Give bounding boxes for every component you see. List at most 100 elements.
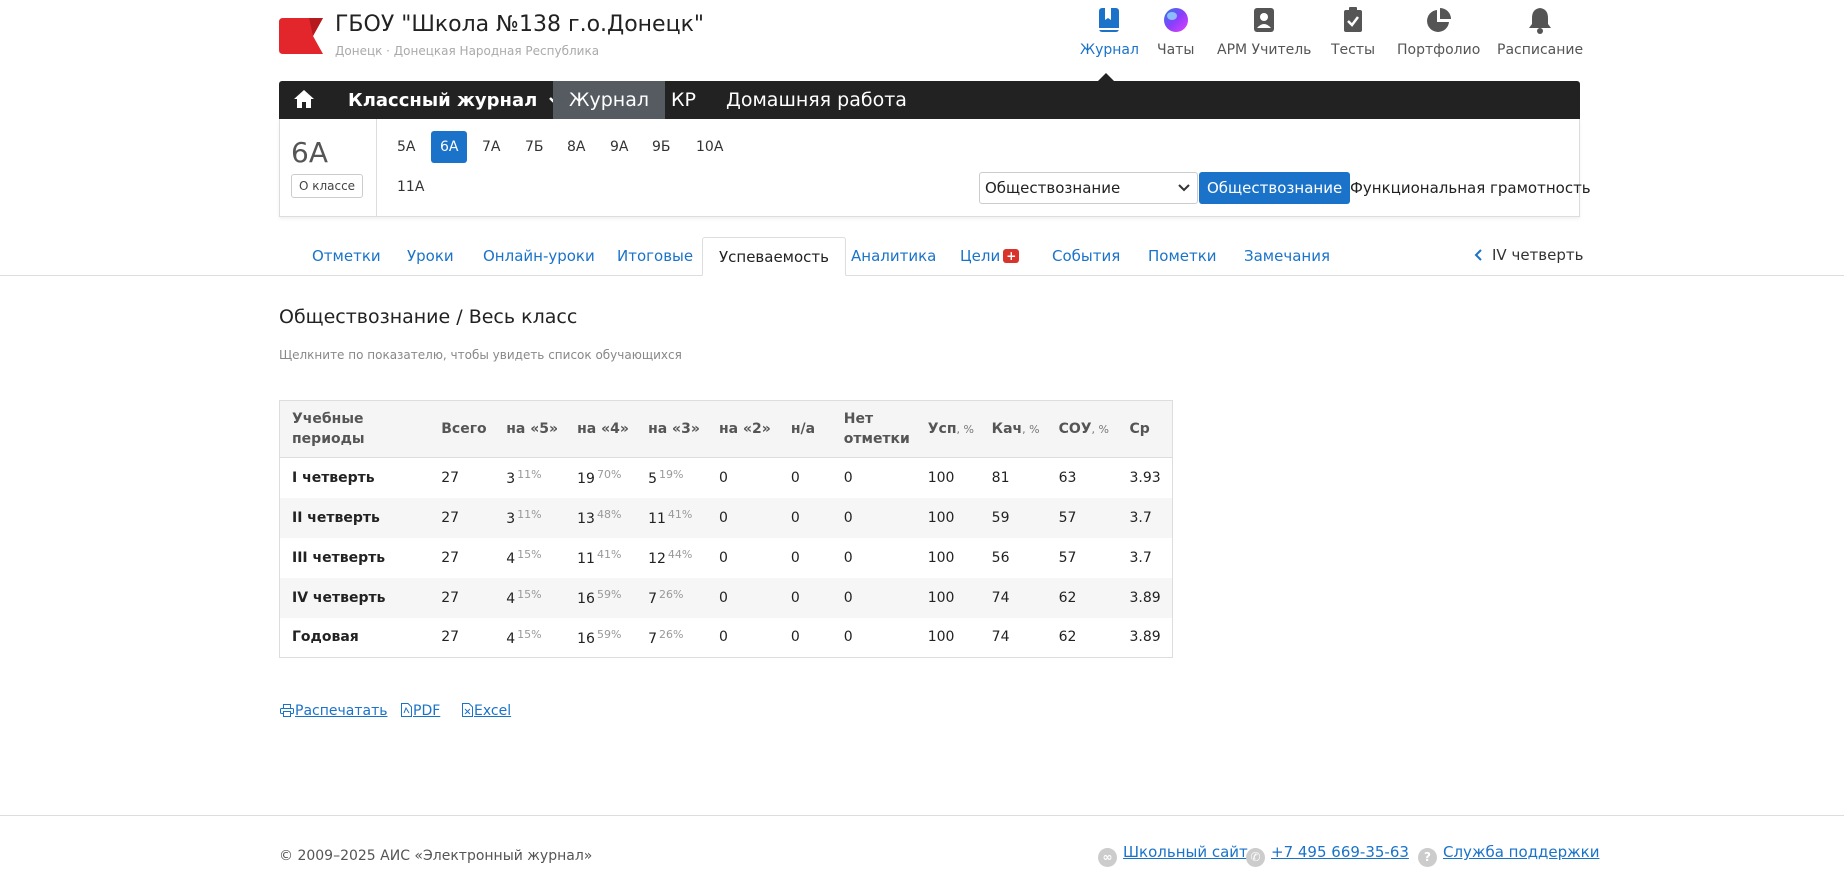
school-name[interactable]: ГБОУ "Школа №138 г.о.Донецк" xyxy=(335,12,704,37)
avg-cell[interactable]: 3.7 xyxy=(1117,538,1172,578)
school-site-link[interactable]: ∞ Школьный сайт xyxy=(1098,843,1248,867)
grade3-cell[interactable]: 11 41% xyxy=(636,497,707,538)
col-usp: Усп, % xyxy=(915,400,980,458)
class-button-5a[interactable]: 5А xyxy=(388,131,424,163)
usp-cell[interactable]: 100 xyxy=(915,577,980,618)
na-cell[interactable]: 0 xyxy=(779,538,832,578)
no-mark-cell[interactable]: 0 xyxy=(831,577,916,618)
class-button-9a[interactable]: 9А xyxy=(601,131,637,163)
grade2-cell[interactable]: 0 xyxy=(707,577,779,618)
total-cell[interactable]: 27 xyxy=(429,618,494,658)
grade5-cell[interactable]: 4 15% xyxy=(494,618,565,658)
grade2-cell[interactable]: 0 xyxy=(707,458,779,498)
topnav-chats[interactable]: Чаты xyxy=(1157,6,1194,58)
no-mark-cell[interactable]: 0 xyxy=(832,538,916,578)
menubar-tab-journal[interactable]: Журнал xyxy=(553,81,665,119)
grade3-cell[interactable]: 7 26% xyxy=(636,618,707,658)
grade3-cell[interactable]: 12 44% xyxy=(636,538,707,578)
menubar-tab-kr[interactable]: КР xyxy=(655,81,712,119)
kach-cell[interactable]: 59 xyxy=(979,497,1047,538)
no-mark-cell[interactable]: 0 xyxy=(831,497,916,538)
quarter-selector[interactable]: IV четверть xyxy=(1474,246,1583,264)
print-link[interactable]: Распечатать xyxy=(280,703,387,719)
na-cell[interactable]: 0 xyxy=(778,497,832,538)
class-button-7a[interactable]: 7А xyxy=(473,131,509,163)
grade4-cell[interactable]: 16 59% xyxy=(565,618,636,658)
about-class-button[interactable]: О классе xyxy=(291,174,363,198)
usp-cell[interactable]: 100 xyxy=(916,458,980,498)
tab-analytics[interactable]: Аналитика xyxy=(835,237,952,276)
kach-cell[interactable]: 56 xyxy=(980,538,1047,578)
phone-link[interactable]: ✆ +7 495 669-35-63 xyxy=(1246,843,1409,867)
no-mark-cell[interactable]: 0 xyxy=(832,618,916,658)
school-logo[interactable] xyxy=(279,18,325,54)
grade5-cell[interactable]: 4 15% xyxy=(494,577,566,618)
grade2-cell[interactable]: 0 xyxy=(707,538,779,578)
sou-cell[interactable]: 63 xyxy=(1047,458,1118,498)
kach-cell[interactable]: 81 xyxy=(980,458,1047,498)
sou-cell[interactable]: 62 xyxy=(1047,618,1118,658)
support-link[interactable]: ? Служба поддержки xyxy=(1418,843,1599,867)
grade4-cell[interactable]: 19 70% xyxy=(565,458,636,498)
total-cell[interactable]: 27 xyxy=(429,458,494,498)
grade5-cell[interactable]: 3 11% xyxy=(494,458,565,498)
table-row: IV четверть 27 4 15% 16 59% 7 26% 0 0 0 100 74 62 3.89 xyxy=(279,577,1173,618)
grade4-cell[interactable]: 16 59% xyxy=(565,577,637,618)
tab-online-lessons[interactable]: Онлайн-уроки xyxy=(467,237,611,276)
grade4-cell[interactable]: 11 41% xyxy=(565,538,636,578)
na-cell[interactable]: 0 xyxy=(779,618,832,658)
class-button-6a[interactable]: 6А xyxy=(431,131,468,163)
usp-cell[interactable]: 100 xyxy=(916,618,980,658)
subject-button[interactable]: Обществознание xyxy=(1199,172,1351,204)
class-button-9b[interactable]: 9Б xyxy=(643,131,680,163)
sou-cell[interactable]: 62 xyxy=(1046,577,1118,618)
grade5-cell[interactable]: 4 15% xyxy=(494,538,565,578)
avg-cell[interactable]: 3.89 xyxy=(1117,618,1172,658)
na-cell[interactable]: 0 xyxy=(779,458,832,498)
class-button-11a[interactable]: 11А xyxy=(388,171,433,203)
usp-cell[interactable]: 100 xyxy=(915,497,980,538)
tab-marks[interactable]: Отметки xyxy=(296,237,397,276)
tab-performance[interactable]: Успеваемость xyxy=(702,237,847,276)
topnav-journal[interactable]: Журнал xyxy=(1080,6,1139,58)
grade3-cell[interactable]: 7 26% xyxy=(636,577,707,618)
home-icon[interactable] xyxy=(293,89,315,113)
grade5-cell[interactable]: 3 11% xyxy=(494,497,566,538)
kach-cell[interactable]: 74 xyxy=(979,577,1047,618)
functional-literacy-link[interactable]: Функциональная грамотность xyxy=(1350,179,1591,197)
grade4-cell[interactable]: 13 48% xyxy=(565,497,637,538)
tab-notes[interactable]: Пометки xyxy=(1132,237,1233,276)
topnav-tests[interactable]: Тесты xyxy=(1331,6,1375,58)
tab-lessons[interactable]: Уроки xyxy=(391,237,470,276)
topnav-teacher[interactable]: АРМ Учитель xyxy=(1217,6,1311,58)
class-button-10a[interactable]: 10А xyxy=(687,131,732,163)
tab-goals[interactable]: Цели + xyxy=(944,237,1035,276)
pdf-link[interactable]: PDF xyxy=(401,703,440,719)
total-cell[interactable]: 27 xyxy=(429,538,494,578)
avg-cell[interactable]: 3.7 xyxy=(1117,497,1173,538)
topnav-schedule[interactable]: Расписание xyxy=(1497,6,1583,58)
tab-remarks[interactable]: Замечания xyxy=(1228,237,1346,276)
tab-final[interactable]: Итоговые xyxy=(601,237,709,276)
excel-link[interactable]: Excel xyxy=(462,703,511,719)
total-cell[interactable]: 27 xyxy=(429,497,495,538)
grade2-cell[interactable]: 0 xyxy=(707,497,779,538)
topnav-portfolio[interactable]: Портфолио xyxy=(1397,6,1480,58)
tab-events[interactable]: События xyxy=(1036,237,1136,276)
class-button-8a[interactable]: 8А xyxy=(558,131,594,163)
sou-cell[interactable]: 57 xyxy=(1046,497,1118,538)
sou-cell[interactable]: 57 xyxy=(1047,538,1118,578)
kach-cell[interactable]: 74 xyxy=(980,618,1047,658)
total-cell[interactable]: 27 xyxy=(429,577,495,618)
menubar-tab-homework[interactable]: Домашняя работа xyxy=(710,81,923,119)
subject-select[interactable]: Обществознание xyxy=(979,172,1198,204)
avg-cell[interactable]: 3.93 xyxy=(1117,458,1172,498)
no-mark-cell[interactable]: 0 xyxy=(832,458,916,498)
class-button-7b[interactable]: 7Б xyxy=(516,131,553,163)
grade2-cell[interactable]: 0 xyxy=(707,618,779,658)
grade3-cell[interactable]: 5 19% xyxy=(636,458,707,498)
usp-cell[interactable]: 100 xyxy=(916,538,980,578)
class-journal-dropdown[interactable]: Классный журнал xyxy=(348,90,562,111)
na-cell[interactable]: 0 xyxy=(778,577,832,618)
avg-cell[interactable]: 3.89 xyxy=(1117,577,1173,618)
